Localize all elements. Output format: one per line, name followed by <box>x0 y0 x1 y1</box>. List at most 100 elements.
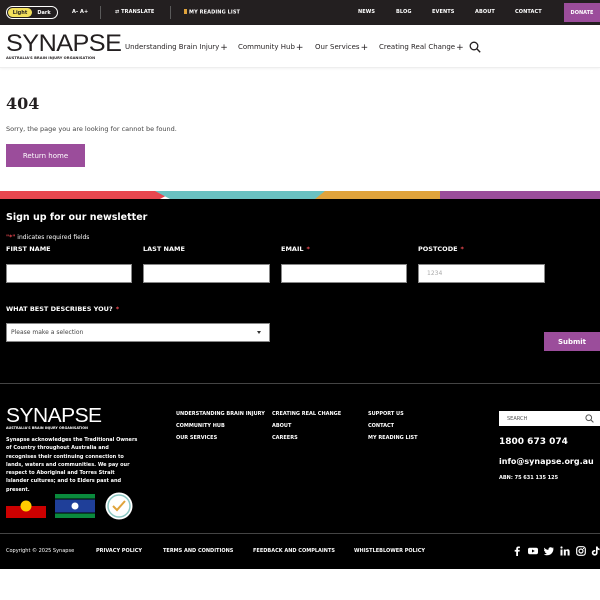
required-mark: * <box>115 305 120 313</box>
decorative-stripe <box>0 191 600 199</box>
logo-wordmark: SYNAPSE <box>6 405 102 427</box>
nav-creating-real-change[interactable]: Creating Real Change+ <box>379 43 464 53</box>
required-star: "*" <box>6 234 16 241</box>
required-note-text: indicates required fields <box>15 234 90 241</box>
reading-list-link[interactable]: MY READING LIST <box>184 9 240 16</box>
footer-link-support-us[interactable]: SUPPORT US <box>368 411 404 417</box>
select-value: Please make a selection <box>11 329 84 336</box>
logo-wordmark: SYNAPSE <box>6 30 122 57</box>
top-link-news[interactable]: NEWS <box>358 9 375 15</box>
nav-our-services[interactable]: Our Services+ <box>315 43 368 53</box>
error-message: Sorry, the page you are looking for cann… <box>6 125 177 133</box>
describes-you-label: WHAT BEST DESCRIBES YOU? * <box>6 305 119 313</box>
torres-strait-flag-icon <box>55 494 95 518</box>
top-link-events[interactable]: EVENTS <box>432 9 455 15</box>
main-header: SYNAPSE AUSTRALIA'S BRAIN INJURY ORGANIS… <box>0 25 600 68</box>
nav-community-hub[interactable]: Community Hub+ <box>238 43 303 53</box>
whistleblower-link[interactable]: WHISTLEBLOWER POLICY <box>354 548 425 554</box>
footer-link-about[interactable]: ABOUT <box>272 423 291 429</box>
nav-label: Our Services <box>315 43 360 51</box>
email-label: EMAIL * <box>281 245 310 253</box>
last-name-label: LAST NAME <box>143 245 185 253</box>
required-mark: * <box>460 245 464 253</box>
footer-link-contact[interactable]: CONTACT <box>368 423 394 429</box>
facebook-icon[interactable] <box>512 546 522 556</box>
page-title: 404 <box>6 94 40 113</box>
utility-bar: Light Dark A- A+ ⇄ TRANSLATE MY READING … <box>0 0 600 25</box>
translate-link[interactable]: ⇄ TRANSLATE <box>115 9 154 15</box>
plus-icon: + <box>360 43 369 53</box>
acknowledgement-of-country: Synapse acknowledges the Traditional Own… <box>6 437 138 493</box>
text-size-control[interactable]: A- A+ <box>72 9 88 15</box>
feedback-link[interactable]: FEEDBACK AND COMPLAINTS <box>253 548 335 554</box>
email-link[interactable]: info@synapse.org.au <box>499 457 594 466</box>
postcode-label-text: POSTCODE <box>418 245 458 253</box>
required-fields-note: "*" indicates required fields <box>6 234 89 241</box>
top-link-about[interactable]: ABOUT <box>475 9 495 15</box>
chevron-down-icon <box>257 331 261 334</box>
nav-label: Understanding Brain Injury <box>125 43 220 51</box>
postcode-label: POSTCODE * <box>418 245 464 253</box>
describes-you-select[interactable]: Please make a selection <box>6 323 270 342</box>
divider <box>170 6 171 19</box>
email-field[interactable] <box>281 264 407 283</box>
nav-understanding-brain-injury[interactable]: Understanding Brain Injury+ <box>125 43 228 53</box>
footer-search-input[interactable]: SEARCH <box>499 411 600 426</box>
first-name-label: FIRST NAME <box>6 245 51 253</box>
first-name-field[interactable] <box>6 264 132 283</box>
instagram-icon[interactable] <box>576 546 586 556</box>
translate-label: TRANSLATE <box>121 9 155 15</box>
aboriginal-flag-icon <box>6 494 46 518</box>
footer-divider <box>0 383 600 384</box>
stripe-orange <box>315 191 440 199</box>
footer-logo[interactable]: SYNAPSE AUSTRALIA'S BRAIN INJURY ORGANIS… <box>6 406 102 430</box>
postcode-field[interactable]: 1234 <box>418 264 545 283</box>
privacy-policy-link[interactable]: PRIVACY POLICY <box>96 548 142 554</box>
footer-link-careers[interactable]: CAREERS <box>272 435 298 441</box>
twitter-icon[interactable] <box>544 546 554 556</box>
divider <box>100 6 101 19</box>
footer-link-our-services[interactable]: OUR SERVICES <box>176 435 217 441</box>
bookmark-icon <box>184 9 187 14</box>
tiktok-icon[interactable] <box>591 546 600 556</box>
submit-button[interactable]: Submit <box>544 332 600 351</box>
footer-divider <box>0 533 600 534</box>
stripe-purple <box>440 191 600 199</box>
nav-label: Community Hub <box>238 43 295 51</box>
theme-dark-option[interactable]: Dark <box>32 8 56 17</box>
stripe-red <box>0 191 175 199</box>
theme-toggle[interactable]: Light Dark <box>6 6 58 19</box>
top-link-blog[interactable]: BLOG <box>396 9 412 15</box>
terms-link[interactable]: TERMS AND CONDITIONS <box>163 548 233 554</box>
email-label-text: EMAIL <box>281 245 304 253</box>
plus-icon: + <box>295 43 304 53</box>
footer-link-understanding-brain-injury[interactable]: UNDERSTANDING BRAIN INJURY <box>176 411 265 417</box>
stripe-teal <box>155 191 330 199</box>
donate-button[interactable]: DONATE <box>564 3 600 22</box>
question-text: WHAT BEST DESCRIBES YOU? <box>6 305 113 313</box>
return-home-button[interactable]: Return home <box>6 144 85 167</box>
plus-icon: + <box>456 43 464 53</box>
flags <box>6 492 133 520</box>
plus-icon: + <box>220 43 228 53</box>
last-name-field[interactable] <box>143 264 270 283</box>
rainbow-tick-icon <box>105 492 133 520</box>
footer-link-creating-real-change[interactable]: CREATING REAL CHANGE <box>272 411 341 417</box>
linkedin-icon[interactable] <box>560 546 570 556</box>
phone-number[interactable]: 1800 673 074 <box>499 437 568 447</box>
top-link-contact[interactable]: CONTACT <box>515 9 542 15</box>
footer-link-my-reading-list[interactable]: MY READING LIST <box>368 435 418 441</box>
newsletter-title: Sign up for our newsletter <box>6 212 148 223</box>
search-icon[interactable] <box>585 414 594 423</box>
nav-label: Creating Real Change <box>379 43 456 51</box>
footer-link-community-hub[interactable]: COMMUNITY HUB <box>176 423 225 429</box>
synapse-logo[interactable]: SYNAPSE AUSTRALIA'S BRAIN INJURY ORGANIS… <box>6 32 122 61</box>
search-placeholder: SEARCH <box>507 415 528 422</box>
copyright: Copyright © 2025 Synapse <box>6 548 75 554</box>
abn-number: ABN: 75 631 135 125 <box>499 475 559 481</box>
search-icon[interactable] <box>469 41 481 53</box>
youtube-icon[interactable] <box>528 546 538 556</box>
theme-light-option[interactable]: Light <box>8 8 32 17</box>
reading-list-label: MY READING LIST <box>189 9 241 16</box>
required-mark: * <box>306 245 310 253</box>
